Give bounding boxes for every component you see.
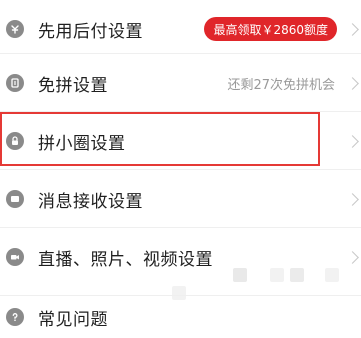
chevron-right-icon (346, 250, 359, 264)
settings-item-pay-later[interactable]: 先用后付设置 最高领取￥2860额度 (0, 0, 361, 58)
pay-later-icon (6, 20, 24, 38)
blur-artifact (290, 268, 304, 282)
blur-artifact (325, 268, 339, 282)
blur-artifact (233, 268, 247, 282)
question-icon (6, 308, 24, 326)
message-icon (6, 190, 24, 208)
video-icon (6, 248, 24, 266)
settings-item-faq[interactable]: 常见问题 (0, 296, 361, 338)
settings-item-circle[interactable]: 拼小圈设置 (0, 112, 361, 170)
settings-item-no-group[interactable]: 免拼设置 还剩27次免拼机会 (0, 54, 361, 112)
settings-item-label: 免拼设置 (38, 75, 108, 96)
settings-item-label: 常见问题 (38, 309, 108, 330)
chevron-right-icon (346, 76, 359, 90)
chevron-right-icon (346, 192, 359, 206)
settings-item-label: 消息接收设置 (38, 191, 143, 212)
lock-icon (6, 132, 24, 150)
no-group-icon (6, 74, 24, 92)
credit-badge[interactable]: 最高领取￥2860额度 (204, 17, 337, 41)
settings-item-media[interactable]: 直播、照片、视频设置 (0, 228, 361, 286)
settings-item-messages[interactable]: 消息接收设置 (0, 170, 361, 228)
chevron-right-icon (346, 134, 359, 148)
settings-item-label: 直播、照片、视频设置 (38, 249, 213, 270)
chevron-right-icon (346, 22, 359, 36)
blur-artifact (270, 268, 284, 282)
remaining-count-text: 还剩27次免拼机会 (227, 77, 335, 93)
settings-item-label: 拼小圈设置 (38, 133, 126, 154)
settings-item-label: 先用后付设置 (38, 21, 143, 42)
